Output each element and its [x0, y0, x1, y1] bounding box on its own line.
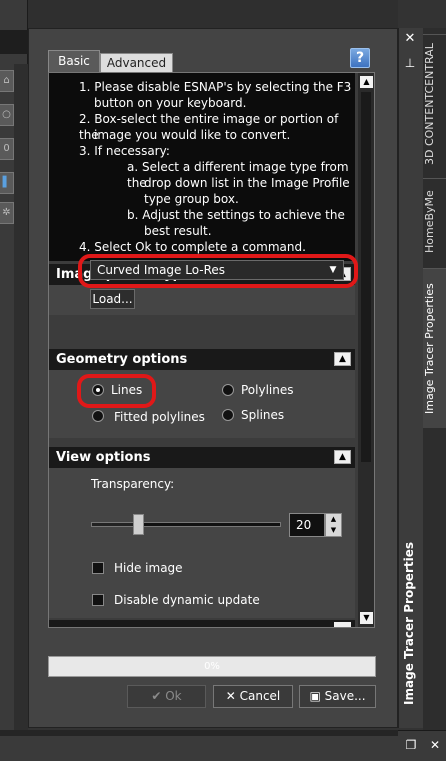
scrollbar-thumb[interactable]	[361, 92, 371, 462]
close-icon[interactable]: ✕	[428, 738, 442, 752]
tab-3d-contentcentral[interactable]: 3D CONTENTCENTRAL	[423, 34, 446, 174]
zero-icon[interactable]: 0	[0, 138, 14, 160]
hide-image-label: Hide image	[114, 561, 183, 575]
left-toolbar-header	[0, 30, 28, 54]
tab-basic[interactable]: Basic	[48, 50, 100, 72]
help-button[interactable]: ?	[350, 48, 370, 68]
bottom-bar-edge	[0, 730, 398, 736]
instruction-line: image you would like to convert.	[94, 128, 291, 142]
palette-title: Image Tracer Properties	[402, 542, 416, 705]
instructions-panel: 1. Please disable ESNAP's by selecting t…	[49, 73, 355, 261]
collapse-icon[interactable]: ▲	[334, 450, 351, 464]
tab-homebyme[interactable]: HomeByMe	[423, 178, 446, 264]
tab-advanced[interactable]: Advanced	[100, 53, 173, 72]
view-section-header[interactable]: View options ▲	[49, 447, 355, 468]
highlight-lines-option	[77, 374, 156, 408]
close-icon[interactable]: ✕	[403, 32, 417, 46]
instruction-line: b. Adjust the settings to achieve the	[127, 208, 345, 222]
blue-tool-icon[interactable]: ▌	[0, 172, 14, 194]
save-label: Save...	[324, 689, 366, 703]
radio-splines-label: Splines	[241, 408, 285, 422]
highlight-profile-dropdown	[78, 254, 358, 288]
spinner-icon[interactable]: ▲ ▼	[325, 513, 342, 537]
load-button[interactable]: Load...	[90, 289, 135, 309]
next-section-header	[49, 620, 355, 627]
circle-icon[interactable]: ○	[0, 104, 14, 126]
ok-button[interactable]: ✔ Ok	[127, 685, 206, 708]
hide-image-checkbox[interactable]	[92, 562, 104, 574]
radio-polylines[interactable]	[222, 384, 234, 396]
instruction-line: type group box.	[144, 192, 239, 206]
disable-update-label: Disable dynamic update	[114, 593, 260, 607]
save-button[interactable]: ▣ Save...	[299, 685, 376, 708]
collapse-icon[interactable]: ▲	[334, 352, 351, 366]
cancel-label: Cancel	[239, 689, 281, 703]
restore-icon[interactable]: ❐	[404, 738, 418, 752]
pin-icon[interactable]: ⊥	[403, 56, 417, 70]
gear-icon[interactable]: ✲	[0, 202, 14, 224]
instruction-line: 3. If necessary:	[79, 144, 170, 158]
ok-label: Ok	[165, 689, 182, 703]
scroll-down-icon[interactable]: ▼	[360, 612, 373, 624]
radio-fitted-polylines[interactable]	[92, 410, 104, 422]
app-window: ⌂ ○ 0 ▌ ✲ Basic Advanced ? 1. Please dis…	[0, 0, 446, 761]
cancel-button[interactable]: ✕ Cancel	[213, 685, 293, 708]
tab-image-tracer-properties[interactable]: Image Tracer Properties	[423, 268, 446, 428]
geometry-section-header[interactable]: Geometry options ▲	[49, 349, 355, 370]
progress-bar: 0%	[48, 656, 376, 677]
view-section-title: View options	[56, 450, 151, 465]
transparency-slider-thumb[interactable]	[133, 514, 144, 535]
close-icon: ✕	[225, 689, 240, 703]
transparency-label: Transparency:	[91, 477, 175, 491]
instruction-line: drop down list in the Image Profile	[144, 176, 350, 190]
palette-top-bar	[28, 0, 398, 28]
radio-polylines-label: Polylines	[241, 383, 294, 397]
geometry-section-title: Geometry options	[56, 352, 188, 367]
left-toolbar-panel	[14, 64, 28, 730]
radio-fitted-polylines-label: Fitted polylines	[114, 410, 205, 424]
scroll-up-icon[interactable]: ▲	[360, 76, 373, 88]
collapse-icon[interactable]	[334, 622, 351, 627]
save-icon: ▣	[309, 689, 325, 703]
instruction-line: 1. Please disable ESNAP's by selecting t…	[79, 80, 352, 94]
disable-update-checkbox[interactable]	[92, 594, 104, 606]
home-icon[interactable]: ⌂	[0, 70, 14, 92]
transparency-input[interactable]: 20	[289, 513, 325, 537]
instruction-line: 4. Select Ok to complete a command.	[79, 240, 306, 254]
radio-splines[interactable]	[222, 409, 234, 421]
instruction-line: button on your keyboard.	[94, 96, 247, 110]
check-icon: ✔	[151, 689, 166, 703]
instruction-line: best result.	[144, 224, 212, 238]
